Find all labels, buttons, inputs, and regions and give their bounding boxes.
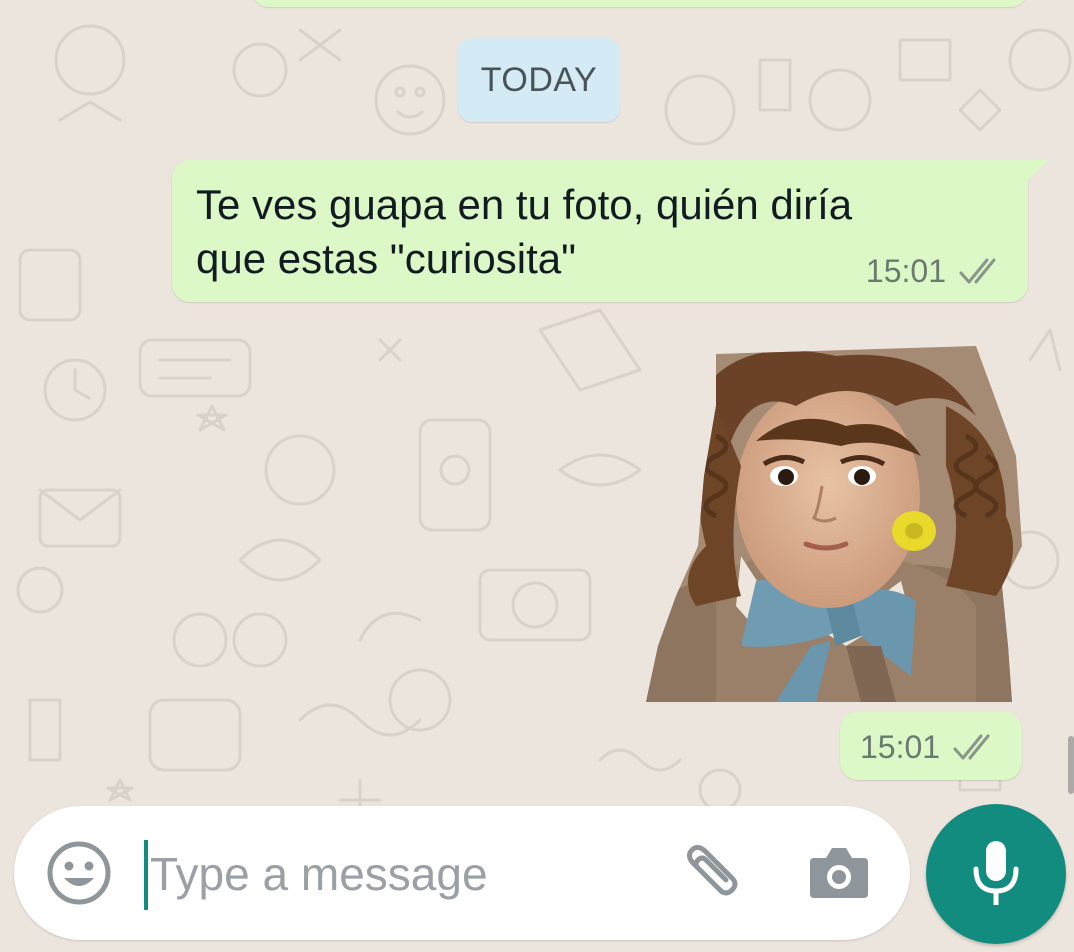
emoji-button[interactable] xyxy=(46,840,112,906)
message-text: Te ves guapa en tu foto, quién diría que… xyxy=(196,178,976,286)
camera-icon xyxy=(810,848,868,898)
scrollbar-thumb[interactable] xyxy=(1068,736,1074,794)
double-check-icon xyxy=(953,734,990,759)
emoji-icon xyxy=(47,841,111,905)
girl-with-bow-sticker xyxy=(646,346,1022,702)
voice-record-button[interactable] xyxy=(926,804,1066,944)
message-composer xyxy=(14,806,910,940)
message-time: 15:01 xyxy=(865,253,946,289)
previous-message-bubble[interactable] xyxy=(252,0,1027,7)
message-meta: 15:01 xyxy=(860,729,1000,766)
sticker-time-bubble: 15:01 xyxy=(840,712,1022,780)
message-time: 15:01 xyxy=(860,729,941,765)
bubble-tail xyxy=(1026,160,1048,182)
microphone-icon xyxy=(973,841,1019,905)
date-divider: TODAY xyxy=(458,38,620,122)
paperclip-icon xyxy=(686,844,738,896)
camera-button[interactable] xyxy=(808,844,870,900)
message-input[interactable] xyxy=(150,836,670,912)
sticker-image[interactable] xyxy=(646,346,1024,702)
message-text-line: Te ves guapa en tu foto, quién diría xyxy=(196,181,853,228)
outgoing-message-bubble[interactable]: Te ves guapa en tu foto, quién diría que… xyxy=(172,160,1048,302)
text-caret xyxy=(144,840,148,910)
message-text-line: que estas "curiosita" xyxy=(196,235,577,282)
message-meta: 15:01 xyxy=(866,253,1006,290)
double-check-icon xyxy=(959,258,996,283)
attach-button[interactable] xyxy=(672,844,744,904)
